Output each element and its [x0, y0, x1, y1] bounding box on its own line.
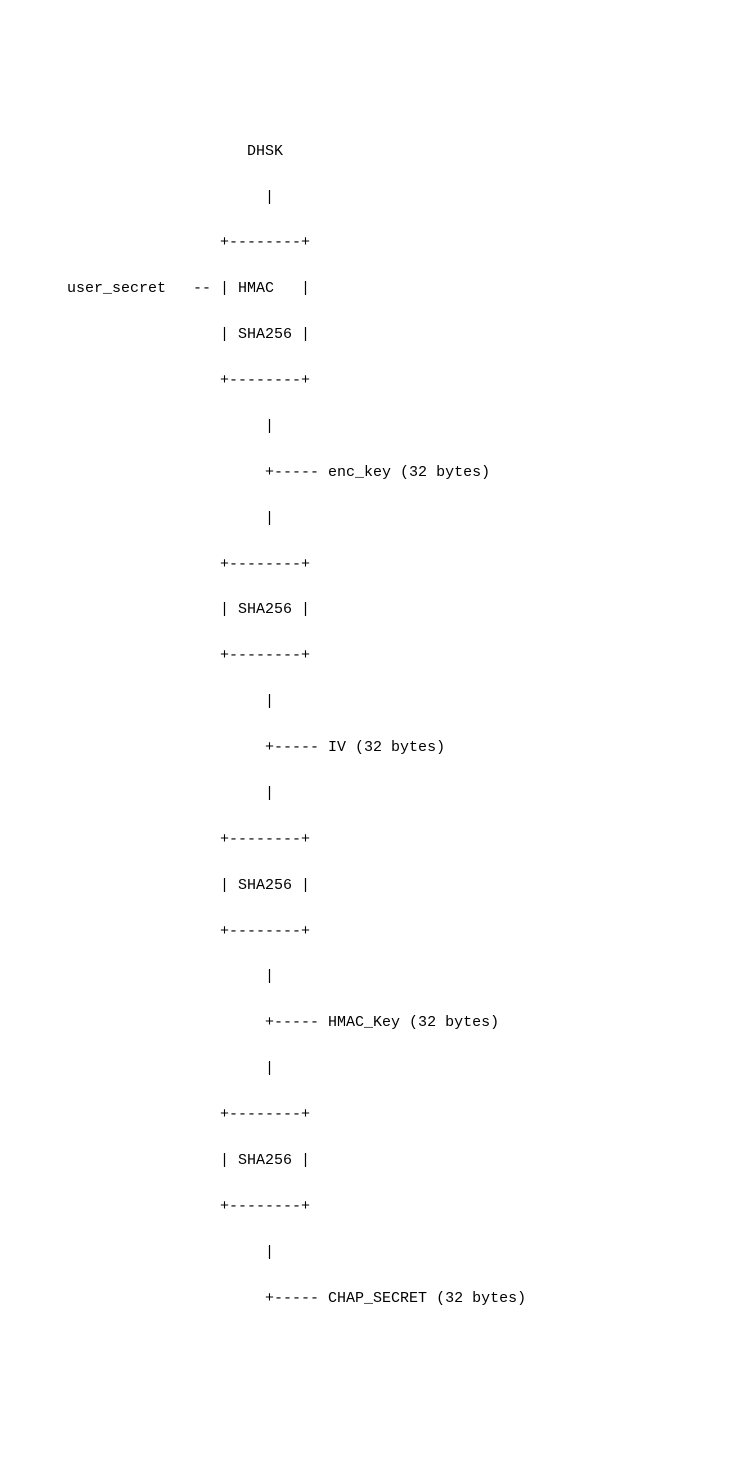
hmac-box-line1: user_secret -- | HMAC | — [40, 278, 699, 301]
dhsk-input-label: DHSK — [40, 141, 699, 164]
hmac-box-bottom: +--------+ — [40, 370, 699, 393]
hmac-box-line2: | SHA256 | — [40, 324, 699, 347]
hmac-key-output: +----- HMAC_Key (32 bytes) — [40, 1012, 699, 1035]
connector-6: | — [40, 1058, 699, 1081]
input-connector: | — [40, 187, 699, 210]
connector-5: | — [40, 966, 699, 989]
connector-3: | — [40, 691, 699, 714]
sha256-box-3-top: +--------+ — [40, 1104, 699, 1127]
chap-secret-output: +----- CHAP_SECRET (32 bytes) — [40, 1288, 699, 1311]
sha256-box-3-bottom: +--------+ — [40, 1196, 699, 1219]
sha256-box-2-top: +--------+ — [40, 829, 699, 852]
iv-output: +----- IV (32 bytes) — [40, 737, 699, 760]
sha256-box-3-mid: | SHA256 | — [40, 1150, 699, 1173]
key-derivation-diagram: DHSK | +--------+ user_secret -- | HMAC … — [40, 118, 699, 1334]
hmac-box-top: +--------+ — [40, 232, 699, 255]
connector-2: | — [40, 508, 699, 531]
connector-1: | — [40, 416, 699, 439]
enc-key-output: +----- enc_key (32 bytes) — [40, 462, 699, 485]
connector-7: | — [40, 1242, 699, 1265]
connector-4: | — [40, 783, 699, 806]
sha256-box-2-bottom: +--------+ — [40, 921, 699, 944]
sha256-box-1-bottom: +--------+ — [40, 645, 699, 668]
sha256-box-1-top: +--------+ — [40, 554, 699, 577]
sha256-box-1-mid: | SHA256 | — [40, 599, 699, 622]
sha256-box-2-mid: | SHA256 | — [40, 875, 699, 898]
